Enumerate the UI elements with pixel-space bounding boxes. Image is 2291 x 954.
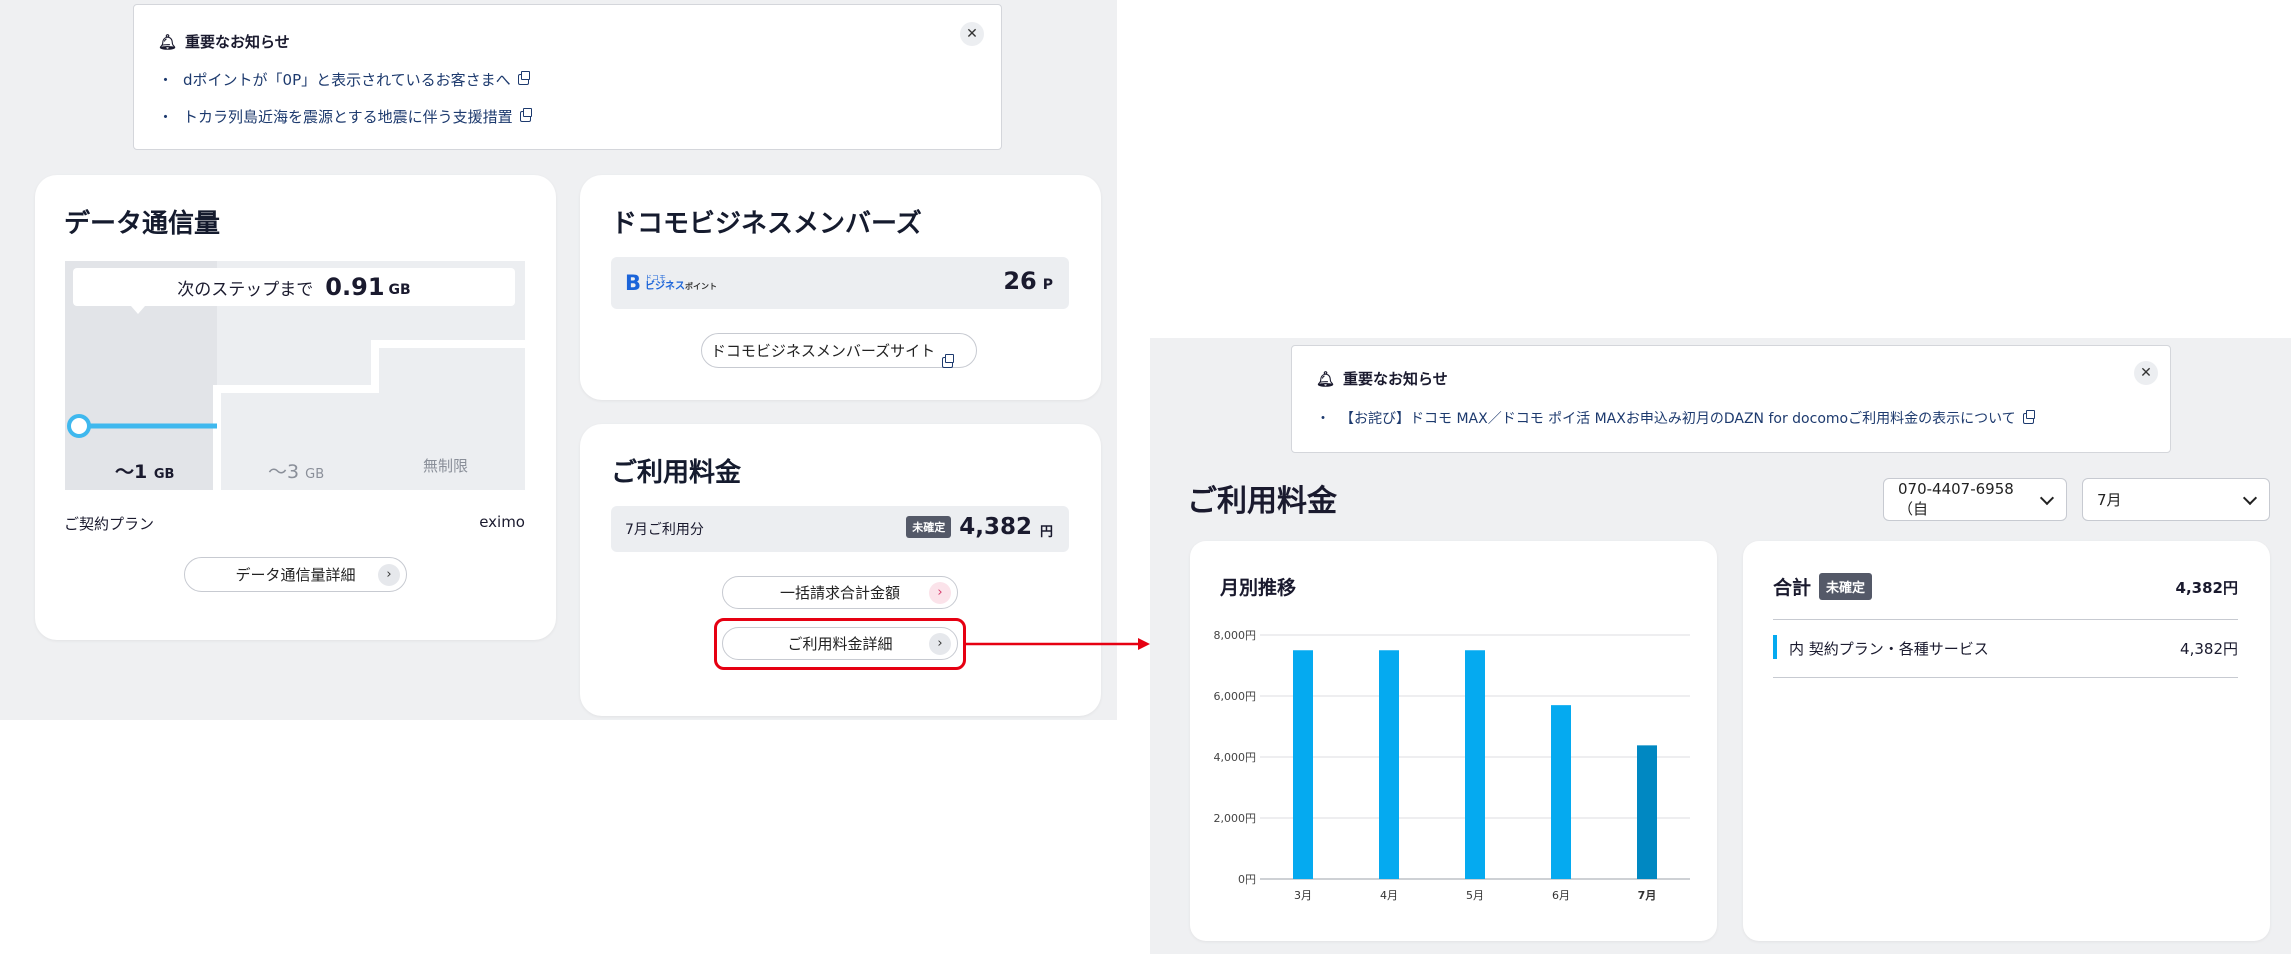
bar bbox=[1551, 705, 1571, 879]
close-icon[interactable]: ✕ bbox=[960, 22, 984, 46]
notice-title-text: 重要なお知らせ bbox=[1343, 370, 1448, 388]
y-tick-label: 8,000円 bbox=[1214, 629, 1257, 642]
notice-title-text: 重要なお知らせ bbox=[185, 33, 290, 51]
bar bbox=[1465, 650, 1485, 879]
notice-box: 🔔︎ 重要なお知らせ ・【お詫び】ドコモ MAX／ドコモ ポイ活 MAXお申込み… bbox=[1291, 345, 2171, 453]
points-display: 26 P bbox=[1003, 267, 1053, 295]
status-badge: 未確定 bbox=[906, 516, 952, 538]
chevron-right-icon: › bbox=[929, 581, 951, 604]
y-tick-label: 6,000円 bbox=[1214, 690, 1257, 703]
fee-currency: 円 bbox=[1039, 524, 1053, 540]
card-title: ご利用料金 bbox=[611, 458, 742, 488]
right-screen: 🔔︎ 重要なお知らせ ・【お詫び】ドコモ MAX／ドコモ ポイ活 MAXお申込み… bbox=[1150, 338, 2291, 954]
usage-fee-card: ご利用料金 7月ご利用分 未確定 4,382 円 一括請求合計金額 › ご利用料… bbox=[580, 424, 1101, 716]
y-tick-label: 4,000円 bbox=[1214, 751, 1257, 764]
x-tick-label: 4月 bbox=[1380, 889, 1398, 902]
x-tick-label: 6月 bbox=[1552, 889, 1570, 902]
phone-number-select[interactable]: 070-4407-6958（自 bbox=[1883, 478, 2067, 521]
total-card: 合計 未確定 4,382円 内 契約プラン・各種サービス 4,382円 bbox=[1743, 541, 2270, 941]
monthly-bar-chart: 0円 2,000円 4,000円 6,000円 8,000円 3月 4月 5月 6月 7月 bbox=[1214, 629, 1690, 902]
card-title: ドコモビジネスメンバーズ bbox=[611, 209, 922, 239]
data-usage-detail-button[interactable]: データ通信量詳細 › bbox=[184, 557, 407, 592]
tooltip-unit: GB bbox=[388, 282, 411, 298]
tooltip-value: 0.91 bbox=[325, 273, 385, 301]
x-tick-label: 5月 bbox=[1466, 889, 1484, 902]
notice-box: 🔔︎ 重要なお知らせ ・ dポイントが「0P」と表示されているお客さまへ ・トカラ… bbox=[133, 4, 1002, 150]
plan-label: ご契約プラン bbox=[64, 515, 155, 533]
notice-link-1[interactable]: ・ dポイントが「0P」と表示されているお客さまへ bbox=[158, 69, 530, 90]
notice-link-text[interactable]: dポイントが「0P」と表示されているお客さまへ bbox=[183, 69, 511, 90]
business-point-logo: B ドコモ ビジネスポイント bbox=[625, 271, 718, 295]
step-2-label: 〜3 GB bbox=[268, 461, 325, 483]
month-select[interactable]: 7月 bbox=[2082, 478, 2270, 521]
arrow-connector bbox=[964, 638, 1150, 650]
card-title: データ通信量 bbox=[64, 209, 221, 239]
step-3-label: 無制限 bbox=[423, 457, 469, 475]
divider bbox=[1773, 619, 2238, 620]
chevron-right-icon: › bbox=[378, 563, 400, 586]
total-label: 合計 bbox=[1773, 577, 1812, 599]
notice-title: 🔔︎ 重要なお知らせ bbox=[1316, 368, 1448, 389]
next-step-tooltip: 次のステップまで 0.91 GB bbox=[73, 268, 515, 306]
usage-gauge: 次のステップまで 0.91 GB 〜1 GB 〜3 GB 無制限 bbox=[65, 261, 525, 490]
left-screen: 🔔︎ 重要なお知らせ ・ dポイントが「0P」と表示されているお客さまへ ・トカラ… bbox=[0, 0, 1117, 720]
chevron-down-icon bbox=[2242, 490, 2258, 505]
status-badge: 未確定 bbox=[1819, 573, 1873, 600]
step-1-label: 〜1 GB bbox=[115, 461, 175, 483]
page-title: ご利用料金 bbox=[1187, 484, 1337, 519]
item-amount: 4,382円 bbox=[2180, 640, 2238, 658]
fee-row: 7月ご利用分 未確定 4,382 円 bbox=[611, 506, 1069, 552]
bell-icon: 🔔︎ bbox=[158, 32, 178, 51]
bulk-billing-total-button[interactable]: 一括請求合計金額 › bbox=[722, 576, 958, 609]
fee-month-label: 7月ご利用分 bbox=[625, 522, 704, 538]
external-link-icon bbox=[2022, 409, 2035, 424]
business-members-card: ドコモビジネスメンバーズ B ドコモ ビジネスポイント 26 P ドコモビジネス… bbox=[580, 175, 1101, 400]
select-value: 070-4407-6958（自 bbox=[1898, 480, 2014, 518]
notice-link-2[interactable]: ・トカラ列島近海を震源とする地震に伴う支援措置 bbox=[158, 106, 532, 127]
chevron-down-icon bbox=[2040, 490, 2055, 505]
tooltip-label: 次のステップまで bbox=[177, 279, 314, 300]
divider bbox=[1773, 677, 2238, 678]
x-tick-label: 7月 bbox=[1638, 889, 1657, 902]
x-tick-label: 3月 bbox=[1294, 889, 1312, 902]
button-label: ドコモビジネスメンバーズサイト bbox=[710, 342, 936, 360]
external-link-icon bbox=[942, 354, 955, 368]
tooltip-pointer bbox=[131, 306, 145, 314]
y-tick-label: 0円 bbox=[1238, 873, 1256, 886]
total-amount: 4,382円 bbox=[2175, 579, 2238, 597]
bar bbox=[1379, 650, 1399, 879]
notice-link-text[interactable]: 【お詫び】ドコモ MAX／ドコモ ポイ活 MAXお申込み初月のDAZN for … bbox=[1340, 408, 2016, 428]
monthly-trend-card: 月別推移 0円 2,000円 4,000円 6,000円 8,000円 3月 4月 5月 6月 7… bbox=[1190, 541, 1717, 941]
item-accent-bar bbox=[1773, 635, 1777, 659]
external-link-icon bbox=[519, 108, 532, 122]
notice-link-text[interactable]: トカラ列島近海を震源とする地震に伴う支援措置 bbox=[183, 106, 513, 127]
bell-icon: 🔔︎ bbox=[1316, 369, 1336, 388]
bar bbox=[1293, 650, 1313, 879]
plan-value: eximo bbox=[479, 513, 525, 531]
external-link-icon bbox=[517, 71, 530, 85]
usage-marker bbox=[67, 414, 91, 438]
button-label: データ通信量詳細 bbox=[235, 566, 356, 584]
button-label: 一括請求合計金額 bbox=[779, 584, 900, 602]
fee-amount-group: 未確定 4,382 円 bbox=[906, 514, 1053, 540]
notice-title: 🔔︎ 重要なお知らせ bbox=[158, 31, 290, 52]
item-label: 内 契約プラン・各種サービス bbox=[1789, 640, 1989, 658]
highlight-box bbox=[714, 618, 966, 670]
total-header: 合計 未確定 bbox=[1773, 573, 1873, 600]
data-usage-card: データ通信量 次のステップまで 0.91 GB 〜1 GB 〜3 GB 無制限 … bbox=[35, 175, 556, 640]
business-members-site-button[interactable]: ドコモビジネスメンバーズサイト bbox=[701, 333, 977, 368]
close-icon[interactable]: ✕ bbox=[2134, 361, 2158, 385]
points-row: B ドコモ ビジネスポイント 26 P bbox=[611, 257, 1069, 309]
select-value: 7月 bbox=[2097, 491, 2122, 509]
notice-link-1[interactable]: ・【お詫び】ドコモ MAX／ドコモ ポイ活 MAXお申込み初月のDAZN for… bbox=[1316, 408, 2035, 428]
fee-amount: 4,382 bbox=[959, 514, 1032, 540]
bar bbox=[1637, 745, 1657, 879]
y-tick-label: 2,000円 bbox=[1214, 812, 1257, 825]
